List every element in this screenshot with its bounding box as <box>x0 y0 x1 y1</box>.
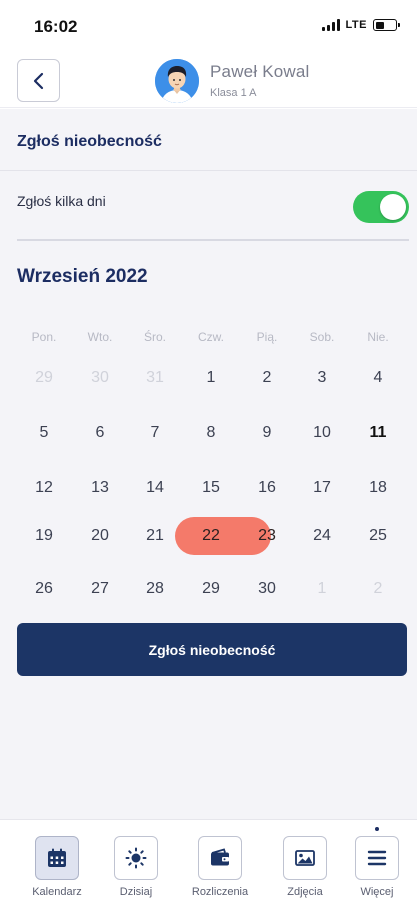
status-time: 16:02 <box>34 17 78 36</box>
nav-item-more[interactable]: Więcej <box>337 827 417 900</box>
calendar-day[interactable]: 12 <box>16 470 72 506</box>
calendar-day[interactable]: 27 <box>72 571 128 607</box>
calendar-day-other-month: 2 <box>373 580 383 597</box>
calendar-week-row: 5 6 7 8 9 10 11 <box>16 415 406 451</box>
multi-day-label: Zgłoś kilka dni <box>17 193 106 209</box>
divider <box>17 239 409 241</box>
chevron-left-icon <box>33 72 43 89</box>
notification-dot <box>375 827 379 831</box>
calendar-day[interactable]: 3 <box>294 360 350 396</box>
nav-label: Więcej <box>360 886 394 898</box>
nav-item-photos[interactable]: Zdjęcia <box>265 834 345 900</box>
battery-icon <box>373 19 400 31</box>
calendar-week-row: 12 13 14 15 16 17 18 <box>16 470 406 506</box>
menu-icon <box>367 850 387 866</box>
nav-icon-box <box>114 836 158 880</box>
calendar-day-other-month: 1 <box>317 580 327 597</box>
calendar-day[interactable]: 26 <box>16 571 72 607</box>
calendar-day[interactable]: 17 <box>294 470 350 506</box>
calendar-day[interactable]: 1 <box>183 360 239 396</box>
weekday-label: Czw. <box>197 330 224 344</box>
nav-label: Kalendarz <box>32 886 82 898</box>
calendar-day[interactable]: 9 <box>239 415 295 451</box>
student-name: Paweł Kowal <box>210 62 310 81</box>
calendar-day[interactable]: 18 <box>350 470 406 506</box>
status-indicators: LTE <box>321 19 400 31</box>
calendar-day-other-month: 31 <box>146 369 164 386</box>
calendar-icon <box>48 848 66 867</box>
calendar-day[interactable]: 19 <box>16 518 72 554</box>
calendar-day[interactable]: 11 <box>350 415 406 451</box>
student-class: Klasa 1 A <box>210 87 257 99</box>
calendar-day[interactable]: 7 <box>127 415 183 451</box>
nav-label: Zdjęcia <box>287 886 323 898</box>
multi-day-toggle[interactable] <box>353 191 409 223</box>
calendar-week-row: 19 20 21 22 23 24 25 <box>16 518 406 554</box>
calendar-day[interactable]: 13 <box>72 470 128 506</box>
calendar-day[interactable]: 24 <box>294 518 350 554</box>
calendar-day[interactable]: 8 <box>183 415 239 451</box>
status-bar: 16:02 LTE <box>0 0 417 48</box>
weekday-label: Sob. <box>309 330 335 344</box>
absence-form: Zgłoś nieobecność Zgłoś kilka dni Wrzesi… <box>0 109 417 819</box>
calendar-day[interactable]: 21 <box>127 518 183 554</box>
calendar-day[interactable]: 5 <box>16 415 72 451</box>
avatar[interactable] <box>155 59 199 103</box>
page-title: Zgłoś nieobecność <box>17 133 162 150</box>
student-avatar-icon <box>155 59 199 103</box>
nav-item-calendar[interactable]: Kalendarz <box>17 834 97 900</box>
weekday-label: Nie. <box>367 330 389 344</box>
nav-icon-box <box>198 836 242 880</box>
calendar-week-row: 29 30 31 1 2 3 4 <box>16 360 406 396</box>
divider <box>0 170 417 171</box>
toggle-knob <box>380 194 406 220</box>
nav-label: Rozliczenia <box>191 886 249 898</box>
header: Paweł Kowal Klasa 1 A <box>0 48 417 108</box>
calendar-day-other-month: 29 <box>35 369 53 386</box>
nav-item-today[interactable]: Dzisiaj <box>96 834 176 900</box>
calendar-day[interactable]: 14 <box>127 470 183 506</box>
calendar-day-selected[interactable]: 22 <box>183 518 239 554</box>
submit-absence-button[interactable]: Zgłoś nieobecność <box>17 623 407 676</box>
month-title: Wrzesień 2022 <box>17 266 148 287</box>
calendar-day[interactable]: 15 <box>183 470 239 506</box>
calendar-day[interactable]: 4 <box>350 360 406 396</box>
calendar-day[interactable]: 30 <box>239 571 295 607</box>
sun-icon <box>125 847 147 869</box>
calendar-day[interactable]: 6 <box>72 415 128 451</box>
calendar-day[interactable]: 28 <box>127 571 183 607</box>
calendar-day-selected[interactable]: 23 <box>239 518 295 554</box>
calendar-week-row: 26 27 28 29 30 1 2 <box>16 571 406 607</box>
back-button[interactable] <box>17 59 60 102</box>
bottom-nav: Kalendarz Dzisiaj Rozliczenia Zdjęcia Wi… <box>0 819 417 900</box>
calendar-day-other-month: 30 <box>91 369 109 386</box>
calendar-day[interactable]: 10 <box>294 415 350 451</box>
calendar-day[interactable]: 20 <box>72 518 128 554</box>
nav-icon-box <box>35 836 79 880</box>
calendar-day[interactable]: 29 <box>183 571 239 607</box>
network-label: LTE <box>345 19 367 31</box>
signal-icon <box>321 19 340 31</box>
calendar-day[interactable]: 16 <box>239 470 295 506</box>
nav-label: Dzisiaj <box>119 886 153 898</box>
weekday-label: Śro. <box>143 330 166 344</box>
weekday-label: Pon. <box>31 330 57 344</box>
wallet-icon <box>211 848 229 866</box>
weekday-label: Wto. <box>87 330 113 344</box>
image-icon <box>295 850 315 866</box>
nav-icon-box <box>355 836 399 880</box>
weekday-header: Pon. Wto. Śro. Czw. Pią. Sob. Nie. <box>16 330 406 346</box>
calendar-day[interactable]: 2 <box>239 360 295 396</box>
weekday-label: Pią. <box>256 330 278 344</box>
nav-icon-box <box>283 836 327 880</box>
calendar-day[interactable]: 25 <box>350 518 406 554</box>
nav-item-payments[interactable]: Rozliczenia <box>180 834 260 900</box>
